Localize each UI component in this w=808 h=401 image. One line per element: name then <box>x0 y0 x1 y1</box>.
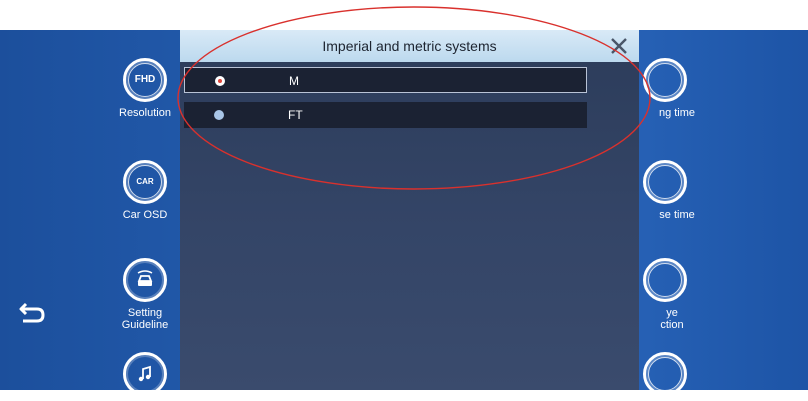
units-dialog: Imperial and metric systems M FT <box>180 30 639 390</box>
guideline-label-line2: Guideline <box>121 319 169 331</box>
option-metric-label: M <box>289 74 299 88</box>
close-icon <box>611 38 627 54</box>
back-button[interactable] <box>18 298 46 331</box>
close-button[interactable] <box>610 37 628 55</box>
guideline-icon <box>123 258 167 302</box>
eye-protection-icon <box>643 258 687 302</box>
radio-unselected-icon <box>214 110 224 120</box>
dialog-header: Imperial and metric systems <box>180 30 639 62</box>
back-arrow-icon <box>19 302 45 323</box>
resolution-setting[interactable]: FHD Resolution <box>100 58 190 119</box>
guideline-label-line1: Setting <box>127 307 163 319</box>
lapse-time-icon <box>643 160 687 204</box>
resolution-label: Resolution <box>119 107 171 119</box>
option-metric[interactable]: M <box>184 67 587 93</box>
guideline-setting[interactable]: Setting Guideline <box>100 258 190 331</box>
recording-time-icon <box>643 58 687 102</box>
fhd-icon: FHD <box>123 58 167 102</box>
dialog-title: Imperial and metric systems <box>322 38 497 54</box>
option-imperial[interactable]: FT <box>184 102 587 128</box>
clock-icon <box>643 352 687 396</box>
car-osd-setting[interactable]: CAR Car OSD <box>100 160 190 221</box>
radio-selected-icon <box>215 76 225 86</box>
music-setting[interactable] <box>100 352 190 401</box>
music-icon <box>123 352 167 396</box>
option-imperial-label: FT <box>288 108 303 122</box>
car-osd-label: Car OSD <box>122 209 168 221</box>
car-icon: CAR <box>123 160 167 204</box>
